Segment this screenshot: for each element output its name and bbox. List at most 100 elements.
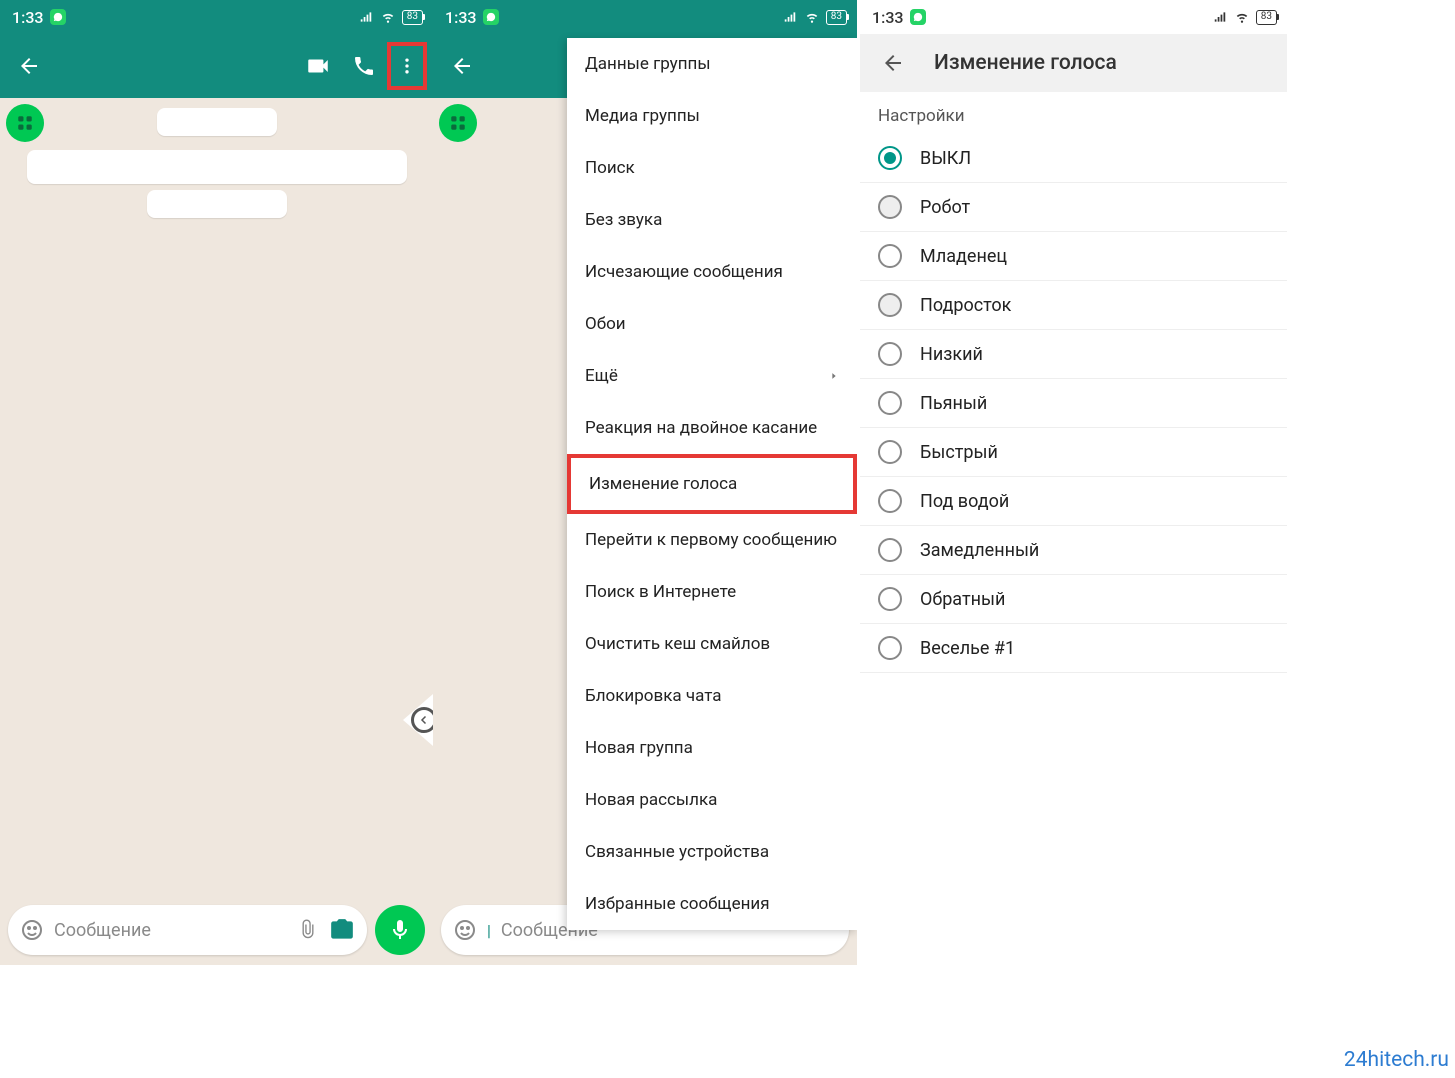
- message-input[interactable]: Сообщение: [8, 905, 367, 955]
- message-placeholder: Сообщение: [54, 920, 287, 941]
- voice-option[interactable]: Низкий: [860, 330, 1287, 379]
- menu-item-label: Ещё: [585, 366, 618, 386]
- voice-option[interactable]: ВЫКЛ: [860, 134, 1287, 183]
- menu-item-label: Очистить кеш смайлов: [585, 634, 770, 654]
- call-button[interactable]: [341, 43, 387, 89]
- back-button[interactable]: [870, 40, 916, 86]
- chevron-right-icon: [829, 369, 839, 383]
- voice-option[interactable]: Младенец: [860, 232, 1287, 281]
- menu-item-label: Новая группа: [585, 738, 693, 758]
- menu-item[interactable]: Новая рассылка: [567, 774, 857, 826]
- highlight-more-menu: [387, 42, 427, 90]
- menu-item-label: Изменение голоса: [589, 474, 737, 494]
- radio-icon: [878, 244, 902, 268]
- status-bar: 1:33 83: [0, 0, 433, 34]
- menu-item-label: Обои: [585, 314, 626, 334]
- menu-item-label: Данные группы: [585, 54, 711, 74]
- grid-fab[interactable]: [6, 104, 44, 142]
- menu-item[interactable]: Поиск: [567, 142, 857, 194]
- camera-icon[interactable]: [329, 917, 355, 943]
- back-button[interactable]: [439, 43, 485, 89]
- options-menu: Данные группы Медиа группыПоиск Без звука И…: [567, 38, 857, 930]
- battery-icon: 83: [826, 10, 847, 25]
- menu-item-label: Без звука: [585, 210, 662, 230]
- text-cursor: |: [487, 921, 491, 940]
- video-call-button[interactable]: [295, 43, 341, 89]
- page-title: Изменение голоса: [934, 51, 1117, 75]
- voice-option-label: Низкий: [920, 344, 983, 365]
- menu-item[interactable]: Блокировка чата: [567, 670, 857, 722]
- voice-option-label: Подросток: [920, 295, 1011, 316]
- menu-item[interactable]: Данные группы: [567, 38, 857, 90]
- menu-item[interactable]: Медиа группы: [567, 90, 857, 142]
- watermark: 24hitech.ru: [1344, 1048, 1449, 1072]
- emoji-icon[interactable]: [20, 918, 44, 942]
- attach-icon[interactable]: [297, 919, 319, 941]
- scroll-handle[interactable]: [403, 694, 433, 746]
- voice-option[interactable]: Замедленный: [860, 526, 1287, 575]
- menu-item[interactable]: Избранные сообщения: [567, 878, 857, 930]
- emoji-icon[interactable]: [453, 918, 477, 942]
- status-time: 1:33: [12, 8, 44, 27]
- menu-item-label: Исчезающие сообщения: [585, 262, 783, 282]
- voice-option[interactable]: Под водой: [860, 477, 1287, 526]
- mic-button[interactable]: [375, 905, 425, 955]
- menu-item-label: Блокировка чата: [585, 686, 722, 706]
- voice-option-label: Пьяный: [920, 393, 987, 414]
- voice-option[interactable]: Веселье #1: [860, 624, 1287, 673]
- signal-icon: [358, 10, 374, 24]
- menu-item[interactable]: Перейти к первому сообщению: [567, 514, 857, 566]
- wifi-icon: [804, 10, 820, 24]
- voice-option[interactable]: Быстрый: [860, 428, 1287, 477]
- menu-item[interactable]: Без звука: [567, 194, 857, 246]
- signal-icon: [1212, 10, 1228, 24]
- menu-item[interactable]: Очистить кеш смайлов: [567, 618, 857, 670]
- voice-option-label: Замедленный: [920, 540, 1039, 561]
- radio-icon: [878, 293, 902, 317]
- wifi-icon: [380, 10, 396, 24]
- menu-item-label: Связанные устройства: [585, 842, 769, 862]
- voice-option-label: Под водой: [920, 491, 1009, 512]
- voice-option-label: Веселье #1: [920, 638, 1015, 659]
- menu-item[interactable]: Связанные устройства: [567, 826, 857, 878]
- voice-option-label: Обратный: [920, 589, 1005, 610]
- more-menu-button[interactable]: [392, 43, 422, 89]
- radio-icon: [878, 146, 902, 170]
- menu-item[interactable]: Исчезающие сообщения: [567, 246, 857, 298]
- chat-pill-2: [27, 150, 407, 184]
- whatsapp-icon: [50, 9, 66, 25]
- radio-icon: [878, 538, 902, 562]
- voice-option-label: Быстрый: [920, 442, 998, 463]
- battery-icon: 83: [1256, 10, 1277, 25]
- menu-item[interactable]: Поиск в Интернете: [567, 566, 857, 618]
- radio-icon: [878, 195, 902, 219]
- voice-option[interactable]: Робот: [860, 183, 1287, 232]
- phone-1-chat: 1:33 83: [0, 0, 433, 965]
- menu-item-label: Новая рассылка: [585, 790, 717, 810]
- menu-item[interactable]: Изменение голоса: [567, 454, 857, 514]
- back-button[interactable]: [6, 43, 52, 89]
- radio-icon: [878, 587, 902, 611]
- radio-icon: [878, 342, 902, 366]
- voice-option[interactable]: Подросток: [860, 281, 1287, 330]
- menu-item[interactable]: Ещё: [567, 350, 857, 402]
- voice-option[interactable]: Пьяный: [860, 379, 1287, 428]
- whatsapp-icon: [483, 9, 499, 25]
- grid-fab[interactable]: [439, 104, 477, 142]
- chat-area[interactable]: Сообщение: [0, 98, 433, 965]
- chat-toolbar: [0, 34, 433, 98]
- menu-item[interactable]: Реакция на двойное касание: [567, 402, 857, 454]
- section-label: Настройки: [860, 92, 1287, 134]
- settings-header: Изменение голоса: [860, 34, 1287, 92]
- menu-item[interactable]: Обои: [567, 298, 857, 350]
- menu-item[interactable]: Новая группа: [567, 722, 857, 774]
- voice-option[interactable]: Обратный: [860, 575, 1287, 624]
- radio-icon: [878, 636, 902, 660]
- menu-item-label: Перейти к первому сообщению: [585, 530, 837, 550]
- chevron-left-icon: [411, 707, 433, 733]
- voice-option-label: Робот: [920, 197, 970, 218]
- phone-3-voice-settings: 1:33 83 Изменение голоса Настройки ВЫКЛР…: [860, 0, 1287, 965]
- whatsapp-icon: [910, 9, 926, 25]
- menu-item-label: Поиск в Интернете: [585, 582, 736, 602]
- phone-2-menu: 1:33 83 | Сообщение Данные группыМедиа г…: [433, 0, 857, 965]
